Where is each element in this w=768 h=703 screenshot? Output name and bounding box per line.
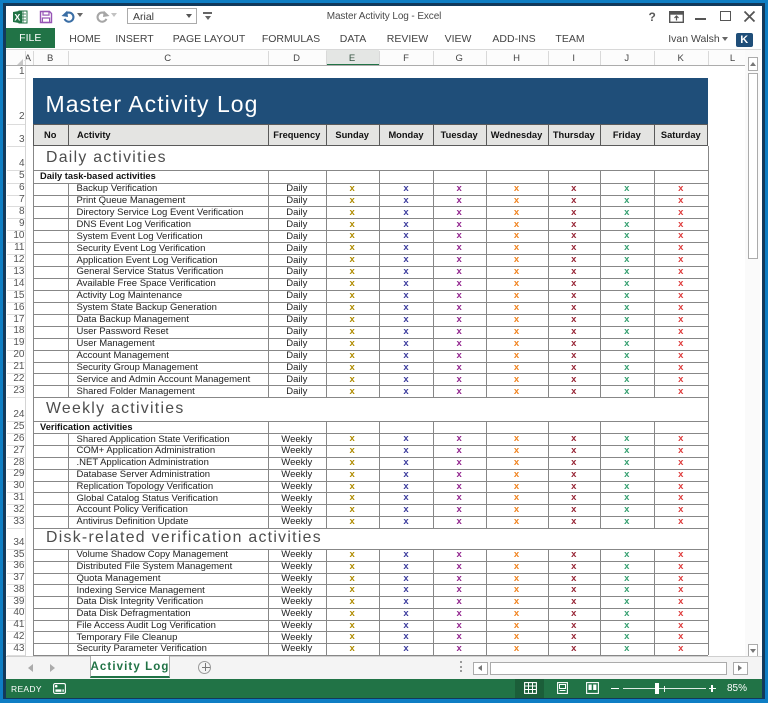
svg-text:X: X	[14, 12, 20, 22]
